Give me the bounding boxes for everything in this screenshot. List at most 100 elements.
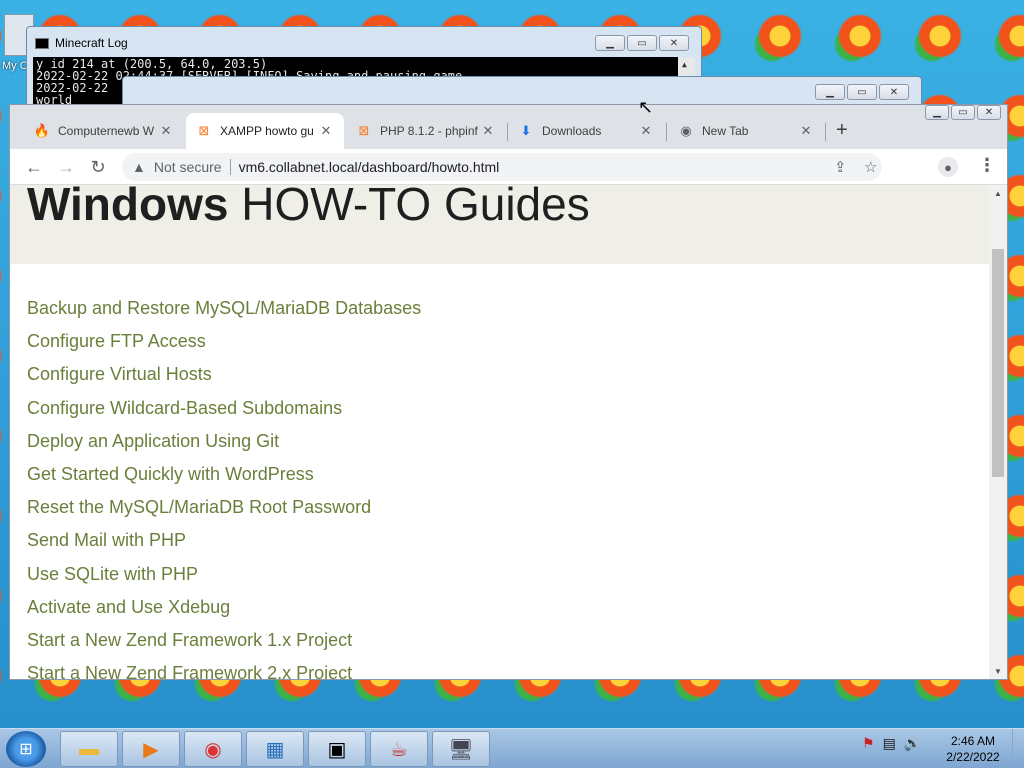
bookmark-star-icon[interactable]: ☆ [864,153,877,181]
page-title: Windows HOW-TO Guides [27,185,590,231]
tab-computernewb[interactable]: 🔥 Computernewb W ✕ [24,113,184,149]
control-panel-icon: ▦ [265,738,285,761]
tab-title: PHP 8.1.2 - phpinf [380,124,478,138]
browser-toolbar: ← → ↻ ▲ Not secure vm6.collabnet.local/d… [10,149,1007,185]
tab-separator [825,123,826,141]
close-button[interactable]: ✕ [977,105,1001,120]
page-title-light: HOW-TO Guides [241,185,590,230]
cmd-taskbar-button[interactable]: ▣ [308,731,366,767]
guide-link[interactable]: Configure Virtual Hosts [27,364,421,397]
background-window-controls: ▁ ▭ ✕ [815,84,909,100]
guide-link[interactable]: Deploy an Application Using Git [27,431,421,464]
clock-time: 2:46 AM [950,734,996,748]
share-icon[interactable]: ⇪ [834,153,847,181]
network-icon[interactable]: ▤ [883,735,896,752]
tab-phpinfo[interactable]: ⊠ PHP 8.1.2 - phpinf ✕ [346,113,506,149]
media-player-icon: ▶ [143,738,159,761]
tab-new-tab[interactable]: ◉ New Tab ✕ [668,113,824,149]
guide-link[interactable]: Backup and Restore MySQL/MariaDB Databas… [27,298,421,331]
explorer-taskbar-button[interactable]: ▬ [60,731,118,767]
system-tray: ⚑ ▤ 🔊 [862,735,921,752]
guide-link[interactable]: Configure Wildcard-Based Subdomains [27,398,421,431]
action-center-flag-icon[interactable]: ⚑ [862,735,875,752]
close-icon[interactable]: ✕ [318,123,334,139]
console-window-title: Minecraft Log [55,36,128,50]
chrome-icon: ◉ [680,123,692,138]
background-window[interactable]: ▁ ▭ ✕ [122,76,922,106]
close-icon[interactable]: ✕ [158,123,174,139]
control-panel-taskbar-button[interactable]: ▦ [246,731,304,767]
close-icon[interactable]: ✕ [638,123,654,139]
guide-link[interactable]: Reset the MySQL/MariaDB Root Password [27,497,421,530]
not-secure-label[interactable]: Not secure [154,159,222,175]
tab-separator [666,123,667,141]
clock-date: 2/22/2022 [946,750,1000,764]
url-text[interactable]: vm6.collabnet.local/dashboard/howto.html [239,159,500,175]
desktop-icon-label[interactable]: My C [2,60,28,72]
guide-link[interactable]: Activate and Use Xdebug [27,597,421,630]
guide-link[interactable]: Use SQLite with PHP [27,564,421,597]
flame-icon: 🔥 [33,123,51,138]
console-window-controls: ▁ ▭ ✕ [595,35,689,51]
mouse-cursor-icon: ↖ [638,97,654,117]
page-header: Windows HOW-TO Guides [10,185,989,264]
scrollbar-thumb[interactable] [992,249,1004,477]
page-scrollbar[interactable]: ▲ ▼ [989,185,1007,679]
warning-icon[interactable]: ▲ [132,159,146,175]
minimize-button[interactable]: ▁ [925,105,949,120]
howto-guide-list: Backup and Restore MySQL/MariaDB Databas… [27,298,421,679]
chrome-menu-button[interactable]: ⋮ [978,155,996,176]
download-icon: ⬇ [520,123,532,138]
cmd-icon: ▣ [327,738,347,761]
show-desktop-button[interactable] [1012,729,1024,768]
taskbar: ⊞ ▬ ▶ ◉ ▦ ▣ ☕ 🖥 ⚑ ▤ 🔊 2:46 AM 2/22/2022 [0,728,1024,768]
back-button[interactable]: ← [24,157,44,178]
maximize-button[interactable]: ▭ [627,35,657,51]
close-icon[interactable]: ✕ [480,123,496,139]
start-button[interactable]: ⊞ [6,731,46,767]
minimize-button[interactable]: ▁ [815,84,845,100]
guide-link[interactable]: Send Mail with PHP [27,530,421,563]
chrome-taskbar-button[interactable]: ◉ [184,731,242,767]
page-content: Windows HOW-TO Guides Backup and Restore… [10,185,989,679]
reload-button[interactable]: ↻ [88,157,108,178]
guide-link[interactable]: Get Started Quickly with WordPress [27,464,421,497]
scroll-down-icon[interactable]: ▼ [994,667,1002,676]
page-title-bold: Windows [27,185,229,230]
scroll-up-icon[interactable]: ▲ [994,189,1002,198]
guide-link[interactable]: Start a New Zend Framework 2.x Project [27,663,421,679]
xampp-icon: ⊠ [358,123,370,138]
system-clock[interactable]: 2:46 AM 2/22/2022 [938,733,1008,765]
tab-xampp-howto[interactable]: ⊠ XAMPP howto gu ✕ [186,113,344,149]
new-tab-button[interactable]: + [836,119,848,142]
forward-button[interactable]: → [56,157,76,178]
chrome-icon: ◉ [204,738,222,761]
tab-title: XAMPP howto gu [220,124,314,138]
minimize-button[interactable]: ▁ [595,35,625,51]
guide-link[interactable]: Configure FTP Access [27,331,421,364]
tab-downloads[interactable]: ⬇ Downloads ✕ [508,113,664,149]
network-taskbar-button[interactable]: 🖥 [432,731,490,767]
chrome-window-controls: ▁ ▭ ✕ [925,105,1001,120]
address-bar[interactable]: ▲ Not secure vm6.collabnet.local/dashboa… [122,153,882,181]
volume-icon[interactable]: 🔊 [904,735,921,752]
chrome-window[interactable]: 🔥 Computernewb W ✕ ⊠ XAMPP howto gu ✕ ⊠ … [9,104,1008,680]
tab-title: New Tab [702,124,749,138]
guide-link[interactable]: Start a New Zend Framework 1.x Project [27,630,421,663]
maximize-button[interactable]: ▭ [847,84,877,100]
computer-icon: 🖥 [448,738,474,761]
close-icon[interactable]: ✕ [798,123,814,139]
url-divider [229,159,231,175]
media-player-taskbar-button[interactable]: ▶ [122,731,180,767]
folder-icon: ▬ [79,737,99,760]
tab-title: Computernewb W [58,124,155,138]
java-icon: ☕ [390,738,408,761]
maximize-button[interactable]: ▭ [951,105,975,120]
close-button[interactable]: ✕ [879,84,909,100]
java-taskbar-button[interactable]: ☕ [370,731,428,767]
tab-strip: 🔥 Computernewb W ✕ ⊠ XAMPP howto gu ✕ ⊠ … [10,105,1007,149]
tab-title: Downloads [542,124,602,138]
console-icon [35,38,49,49]
profile-avatar[interactable]: ● [938,157,958,177]
close-button[interactable]: ✕ [659,35,689,51]
